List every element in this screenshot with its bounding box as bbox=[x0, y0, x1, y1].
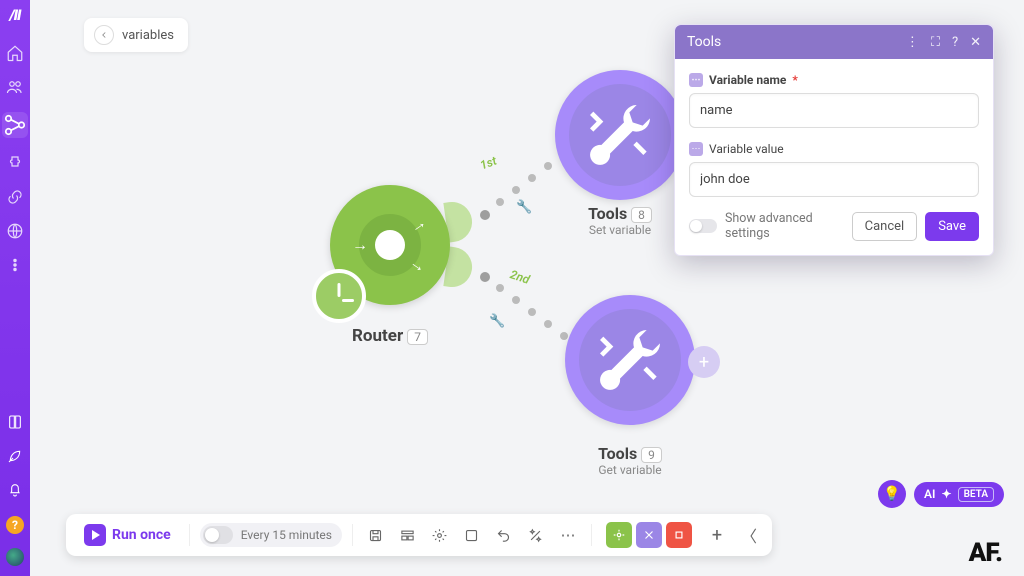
hint-bulb-icon[interactable]: 💡 bbox=[878, 480, 906, 508]
nav-help-icon[interactable]: ? bbox=[6, 516, 24, 534]
tools-node-1-label: Tools8 Set variable bbox=[555, 204, 685, 237]
collapse-icon[interactable]: 〈 bbox=[736, 522, 762, 548]
tools-node-1[interactable] bbox=[555, 70, 685, 200]
nav-docs-icon[interactable] bbox=[7, 414, 23, 434]
chip-red[interactable] bbox=[666, 522, 692, 548]
wrench-icon[interactable]: 🔧 bbox=[489, 314, 505, 329]
var-name-input[interactable] bbox=[689, 93, 979, 128]
nav-scenarios-icon[interactable] bbox=[2, 112, 28, 138]
undo-icon[interactable] bbox=[491, 522, 517, 548]
schedule-toggle[interactable]: Every 15 minutes bbox=[200, 523, 342, 547]
wrench-icon[interactable]: 🔧 bbox=[516, 200, 532, 215]
tools-panel: Tools ⋮ ⛶ ? ✕ ⋯ Variable name* ⋯ Variabl… bbox=[674, 24, 994, 256]
connector-dot bbox=[544, 162, 552, 170]
floating-actions: 💡 AI✦BETA bbox=[878, 480, 1004, 508]
nav-bell-icon[interactable] bbox=[7, 482, 23, 502]
notes-icon[interactable] bbox=[459, 522, 485, 548]
connector-dot bbox=[480, 272, 490, 282]
field-chip-icon: ⋯ bbox=[689, 142, 703, 156]
connector-dot bbox=[528, 174, 536, 182]
chip-green[interactable] bbox=[606, 522, 632, 548]
nav-home-icon[interactable] bbox=[6, 44, 24, 62]
connector-dot bbox=[528, 308, 536, 316]
status-chips bbox=[606, 522, 692, 548]
magic-icon[interactable] bbox=[523, 522, 549, 548]
nav-teams-icon[interactable] bbox=[6, 78, 24, 96]
panel-expand-icon[interactable]: ⛶ bbox=[931, 35, 940, 50]
connector-label-1: 1st bbox=[478, 154, 498, 173]
var-value-label: ⋯ Variable value bbox=[689, 142, 979, 156]
field-chip-icon: ⋯ bbox=[689, 73, 703, 87]
nav-globe-icon[interactable] bbox=[6, 222, 24, 240]
nav-more-icon[interactable] bbox=[6, 256, 24, 274]
connector-dot bbox=[496, 198, 504, 206]
panel-menu-icon[interactable]: ⋮ bbox=[906, 35, 919, 50]
run-once-button[interactable]: Run once bbox=[76, 520, 179, 550]
app-logo: /II bbox=[10, 6, 21, 24]
connector-dot bbox=[512, 296, 520, 304]
settings-gear-icon[interactable] bbox=[427, 522, 453, 548]
connector-dot bbox=[544, 320, 552, 328]
more-tools-icon[interactable]: ⋯ bbox=[555, 522, 581, 548]
toggle-icon bbox=[203, 526, 233, 544]
router-node[interactable]: → → → bbox=[330, 185, 450, 305]
advanced-label: Show advanced settings bbox=[725, 211, 844, 241]
var-value-input[interactable] bbox=[689, 162, 979, 197]
add-module-icon[interactable]: + bbox=[704, 522, 730, 548]
panel-close-icon[interactable]: ✕ bbox=[970, 35, 981, 50]
clock-icon[interactable] bbox=[312, 269, 366, 323]
left-sidebar: /II ? bbox=[0, 0, 30, 576]
layout-icon[interactable] bbox=[395, 522, 421, 548]
add-node-button[interactable]: + bbox=[688, 346, 720, 378]
connector-label-2: 2nd bbox=[508, 267, 531, 286]
cancel-button[interactable]: Cancel bbox=[852, 212, 918, 241]
panel-header[interactable]: Tools ⋮ ⛶ ? ✕ bbox=[675, 25, 993, 59]
connector-dot bbox=[560, 332, 568, 340]
connector-dot bbox=[496, 284, 504, 292]
save-scenario-icon[interactable] bbox=[363, 522, 389, 548]
tools-node-2-label: Tools9 Get variable bbox=[565, 444, 695, 477]
tools-node-2[interactable] bbox=[565, 295, 695, 425]
nav-rocket-icon[interactable] bbox=[7, 448, 23, 468]
var-name-label: ⋯ Variable name* bbox=[689, 73, 979, 87]
bottom-toolbar: Run once Every 15 minutes ⋯ + 〈 bbox=[66, 514, 772, 556]
advanced-toggle[interactable] bbox=[689, 219, 717, 233]
router-node-label: Router7 bbox=[330, 326, 450, 346]
connector-dot bbox=[512, 186, 520, 194]
panel-title: Tools bbox=[687, 34, 721, 50]
connector-dot bbox=[480, 210, 490, 220]
play-icon bbox=[84, 524, 106, 546]
nav-link-icon[interactable] bbox=[6, 188, 24, 206]
chip-purple[interactable] bbox=[636, 522, 662, 548]
nav-avatar[interactable] bbox=[6, 548, 24, 566]
save-button[interactable]: Save bbox=[925, 212, 979, 241]
ai-assistant-button[interactable]: AI✦BETA bbox=[914, 482, 1004, 507]
nav-puzzle-icon[interactable] bbox=[6, 154, 24, 172]
watermark: AF. bbox=[969, 538, 1002, 568]
panel-help-icon[interactable]: ? bbox=[952, 35, 958, 50]
